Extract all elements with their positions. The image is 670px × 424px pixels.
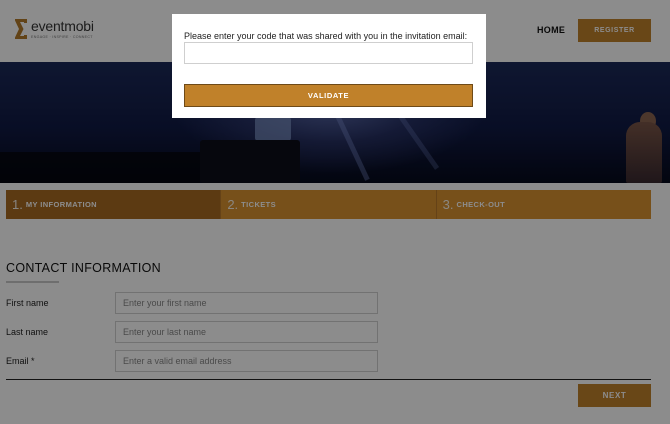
validate-button[interactable]: VALIDATE xyxy=(184,84,473,107)
invitation-code-input[interactable] xyxy=(184,42,473,64)
invitation-code-prompt: Please enter your code that was shared w… xyxy=(184,31,468,41)
invitation-code-dialog: Please enter your code that was shared w… xyxy=(172,14,486,118)
